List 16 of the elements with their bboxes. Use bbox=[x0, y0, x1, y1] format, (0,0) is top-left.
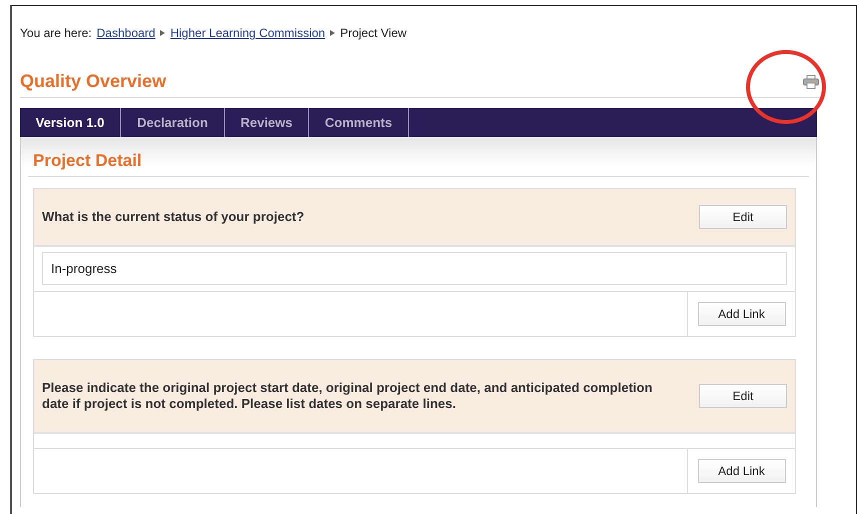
breadcrumb-link[interactable]: Dashboard bbox=[96, 26, 156, 40]
add-link-button[interactable]: Add Link bbox=[698, 302, 786, 326]
question-text: Please indicate the original project start date, original project end date, and anticipated completion date if project is not completed. Please list dates on separate lines. bbox=[42, 379, 654, 413]
breadcrumb-label: You are here: bbox=[20, 26, 92, 40]
section-title: Project Detail bbox=[28, 151, 809, 177]
question-text: What is the current status of your project? bbox=[42, 208, 306, 226]
printer-icon[interactable] bbox=[803, 74, 819, 88]
breadcrumb-separator-icon bbox=[330, 30, 336, 36]
page-title: Quality Overview bbox=[20, 71, 166, 92]
breadcrumb-current: Project View bbox=[340, 26, 407, 40]
edit-button[interactable]: Edit bbox=[699, 384, 787, 408]
breadcrumb-separator-icon bbox=[160, 30, 166, 36]
breadcrumb-link[interactable]: Higher Learning Commission bbox=[170, 26, 326, 40]
edit-button[interactable]: Edit bbox=[699, 205, 787, 229]
add-link-button[interactable]: Add Link bbox=[698, 459, 786, 483]
answer-field: In-progress bbox=[42, 252, 787, 285]
